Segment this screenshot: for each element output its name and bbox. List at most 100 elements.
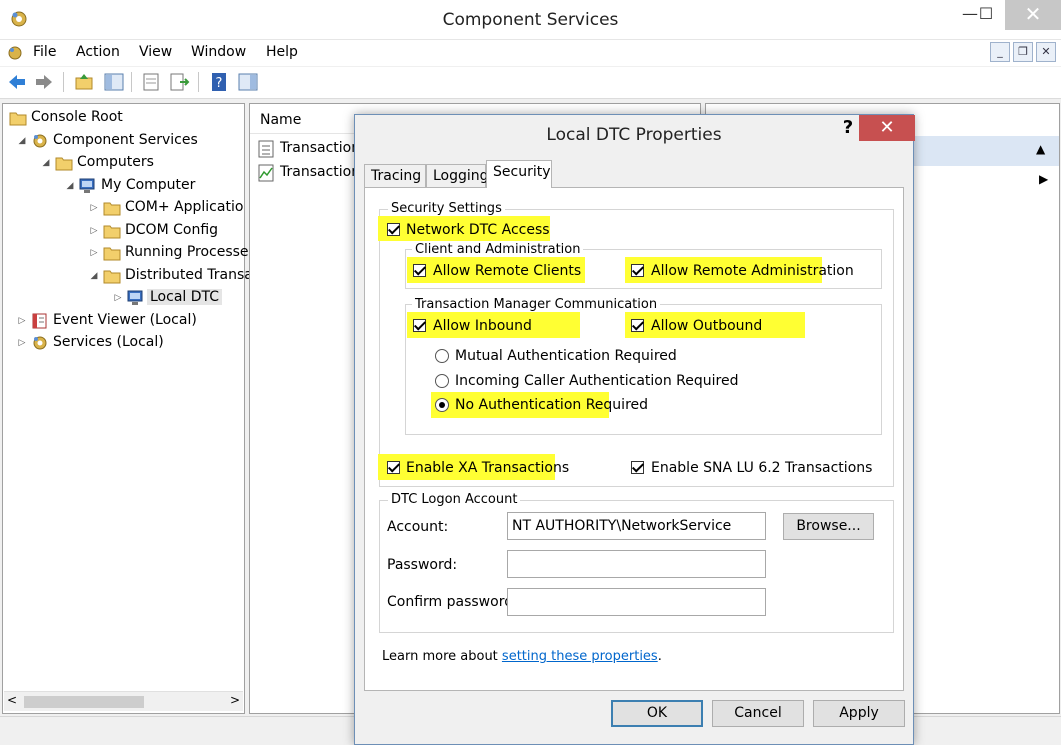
confirm-password-label: Confirm password: [387, 594, 518, 610]
tree-node[interactable]: ▷ Running Processe [3, 243, 249, 265]
menu-file[interactable]: File [33, 44, 56, 60]
tab-tracing[interactable]: Tracing [364, 164, 426, 187]
cancel-button[interactable]: Cancel [712, 700, 804, 727]
expand-arrow-icon[interactable]: ▷ [89, 226, 99, 236]
tree-node-label: Console Root [31, 109, 123, 125]
menu-window[interactable]: Window [191, 44, 246, 60]
show-hide-tree-icon[interactable] [103, 71, 125, 93]
tree-node[interactable]: ◢ Component Services [3, 131, 244, 153]
menu-action[interactable]: Action [76, 44, 120, 60]
computer-icon [127, 290, 145, 306]
folder-icon [55, 155, 73, 171]
network-dtc-access-label: Network DTC Access [406, 222, 550, 238]
tree-node[interactable]: ▷ Local DTC [3, 288, 244, 310]
learn-more-suffix: . [657, 649, 662, 664]
tree-node[interactable]: ▷ DCOM Config [3, 221, 244, 243]
tree-node-label: Component Services [53, 131, 198, 148]
tree-node[interactable]: ▷ COM+ Applicatio [3, 198, 244, 220]
tree-node[interactable]: ▷ Event Viewer (Local) [3, 311, 244, 333]
setting-properties-link[interactable]: setting these properties [502, 649, 658, 664]
tree-node-label: Computers [77, 154, 154, 170]
properties-icon[interactable] [140, 71, 162, 93]
expand-arrow-icon[interactable]: ▷ [17, 338, 27, 348]
computer-icon [79, 178, 97, 194]
action-pane-icon[interactable] [237, 71, 259, 93]
tree-node-label: COM+ Applicatio [125, 199, 244, 215]
tree-node[interactable]: ◢ Distributed Transa [3, 266, 253, 288]
back-arrow-icon[interactable] [6, 71, 28, 93]
tree-node[interactable]: ◢ Computers [3, 153, 244, 175]
allow-inbound-checkbox[interactable] [413, 319, 426, 332]
scroll-right-arrow-icon[interactable]: > [230, 693, 240, 707]
allow-remote-clients-label: Allow Remote Clients [433, 263, 582, 279]
browse-button[interactable]: Browse... [783, 513, 874, 540]
folder-icon [103, 268, 121, 284]
system-menu-icon[interactable] [6, 44, 24, 62]
menu-help[interactable]: Help [266, 44, 298, 60]
enable-xa-transactions-checkbox[interactable] [387, 461, 400, 474]
up-folder-icon[interactable] [73, 71, 95, 93]
maximize-button[interactable]: ☐ [969, 0, 1003, 30]
collapse-arrow-icon[interactable]: ◢ [41, 158, 51, 168]
toolbar-separator [131, 72, 132, 92]
tree-node[interactable]: ▷ Services (Local) [3, 333, 244, 355]
help-book-icon[interactable]: ? [208, 71, 230, 93]
password-field[interactable] [507, 550, 766, 578]
more-actions-arrow-icon[interactable]: ▶ [1039, 172, 1048, 186]
dialog-close-button[interactable]: ✕ [859, 115, 915, 141]
tree-horizontal-scrollbar[interactable]: < > [4, 691, 243, 711]
network-dtc-access-checkbox[interactable] [387, 223, 400, 236]
menu-bar: File Action View Window Help [0, 40, 1061, 66]
expand-arrow-icon[interactable]: ▷ [89, 248, 99, 258]
menu-view[interactable]: View [139, 44, 172, 60]
transaction-list-icon [258, 140, 274, 158]
scroll-left-arrow-icon[interactable]: < [7, 693, 17, 707]
confirm-password-field[interactable] [507, 588, 766, 616]
column-header-name[interactable]: Name [260, 112, 301, 128]
security-tab-panel: Security Settings Network DTC Access Cli… [364, 187, 904, 691]
scrollbar-thumb[interactable] [24, 696, 144, 708]
allow-outbound-label: Allow Outbound [651, 318, 763, 334]
tree-node-label: Running Processe [125, 244, 249, 260]
enable-sna-transactions-checkbox[interactable] [631, 461, 644, 474]
tree-node[interactable]: ◢ My Computer [3, 176, 244, 198]
mdi-minimize-button[interactable]: _ [990, 42, 1010, 62]
window-title: Component Services [442, 10, 619, 30]
collapse-arrow-icon[interactable]: ◢ [17, 136, 27, 146]
ok-button[interactable]: OK [611, 700, 703, 727]
local-dtc-properties-dialog: Local DTC Properties ? ✕ Tracing Logging… [354, 114, 915, 745]
mutual-authentication-radio[interactable] [435, 349, 449, 363]
apply-button[interactable]: Apply [813, 700, 905, 727]
client-administration-label: Client and Administration [412, 242, 584, 257]
tree-node-label: My Computer [101, 176, 196, 193]
no-authentication-label: No Authentication Required [455, 397, 649, 413]
console-tree[interactable]: Console Root ◢ Component Services ◢ Computer… [2, 103, 253, 714]
expand-arrow-icon[interactable]: ▷ [113, 293, 123, 303]
mutual-authentication-label: Mutual Authentication Required [455, 348, 677, 364]
allow-outbound-checkbox[interactable] [631, 319, 644, 332]
mdi-close-button[interactable]: ✕ [1036, 42, 1056, 62]
collapse-up-icon[interactable]: ▲ [1036, 142, 1045, 156]
collapse-arrow-icon[interactable]: ◢ [89, 271, 99, 281]
export-list-icon[interactable] [168, 71, 190, 93]
tab-logging[interactable]: Logging [426, 164, 489, 187]
forward-arrow-icon[interactable] [33, 71, 55, 93]
close-button[interactable]: ✕ [1005, 0, 1061, 30]
allow-remote-administration-checkbox[interactable] [631, 264, 644, 277]
tree-node[interactable]: Console Root [3, 108, 244, 130]
component-gear-icon [31, 133, 49, 149]
expand-arrow-icon[interactable]: ▷ [17, 316, 27, 326]
mdi-restore-button[interactable]: ❐ [1013, 42, 1033, 62]
folder-icon [9, 110, 27, 126]
toolbar: ? [0, 67, 1061, 99]
collapse-arrow-icon[interactable]: ◢ [65, 181, 75, 191]
learn-more-text: Learn more about setting these propertie… [382, 649, 662, 664]
no-authentication-radio[interactable] [435, 398, 449, 412]
enable-sna-transactions-label: Enable SNA LU 6.2 Transactions [651, 460, 873, 476]
tab-security[interactable]: Security [486, 160, 552, 188]
list-item-label: Transaction [280, 164, 361, 180]
account-field[interactable]: NT AUTHORITY\NetworkService [507, 512, 766, 540]
allow-remote-clients-checkbox[interactable] [413, 264, 426, 277]
incoming-caller-authentication-radio[interactable] [435, 374, 449, 388]
expand-arrow-icon[interactable]: ▷ [89, 203, 99, 213]
